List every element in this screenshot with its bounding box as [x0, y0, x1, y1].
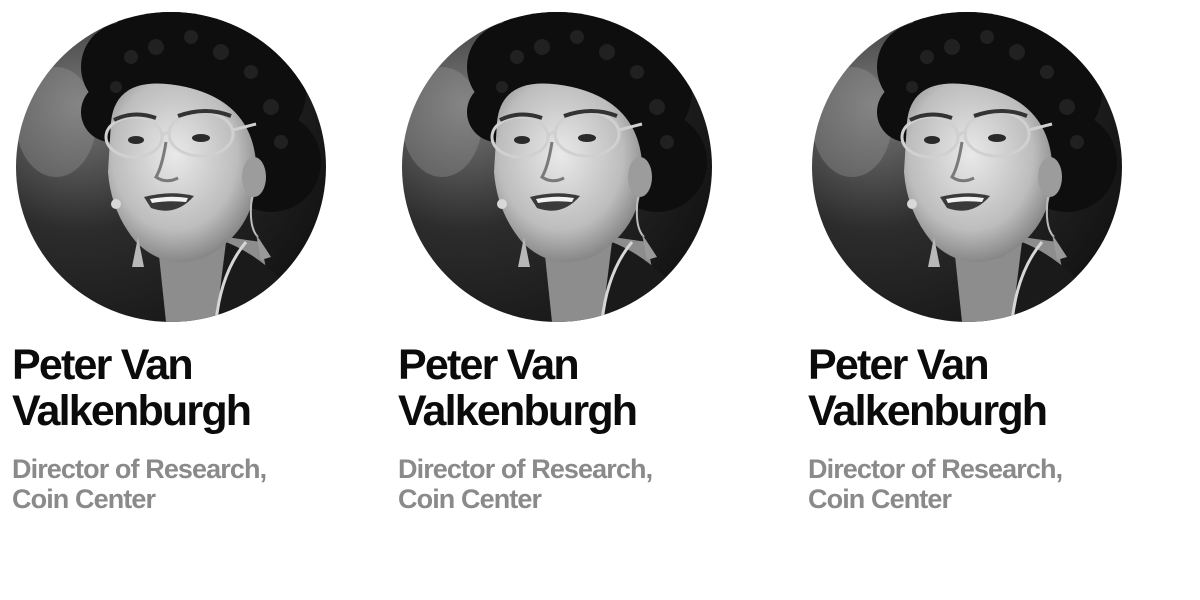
speaker-name-line: Peter Van	[12, 341, 194, 389]
speaker-name-line: Valkenburgh	[808, 387, 1048, 435]
speaker-name-line: Peter Van	[808, 341, 990, 389]
speaker-card[interactable]: Peter Van Valkenburgh Director of Resear…	[808, 12, 1128, 514]
portrait-image	[402, 12, 712, 322]
speaker-title-line: Coin Center	[808, 484, 952, 514]
speaker-photo[interactable]	[16, 12, 326, 322]
speaker-title-line: Director of Research,	[808, 454, 1063, 484]
speaker-name: Peter Van Valkenburgh	[808, 342, 1128, 434]
speaker-title: Director of Research, Coin Center	[808, 454, 1128, 514]
speaker-name: Peter Van Valkenburgh	[398, 342, 718, 434]
portrait-image	[16, 12, 326, 322]
speaker-name: Peter Van Valkenburgh	[12, 342, 332, 434]
speaker-title-line: Director of Research,	[12, 454, 267, 484]
speaker-name-line: Peter Van	[398, 341, 580, 389]
speaker-name-line: Valkenburgh	[398, 387, 638, 435]
speaker-card[interactable]: Peter Van Valkenburgh Director of Resear…	[12, 12, 332, 514]
speaker-title: Director of Research, Coin Center	[398, 454, 718, 514]
speaker-title: Director of Research, Coin Center	[12, 454, 332, 514]
portrait-image	[812, 12, 1122, 322]
speaker-photo[interactable]	[402, 12, 712, 322]
speakers-grid: Peter Van Valkenburgh Director of Resear…	[0, 0, 1200, 600]
speaker-title-line: Coin Center	[12, 484, 156, 514]
speaker-photo[interactable]	[812, 12, 1122, 322]
speaker-title-line: Director of Research,	[398, 454, 653, 484]
speaker-title-line: Coin Center	[398, 484, 542, 514]
speaker-name-line: Valkenburgh	[12, 387, 252, 435]
speaker-card[interactable]: Peter Van Valkenburgh Director of Resear…	[398, 12, 718, 514]
